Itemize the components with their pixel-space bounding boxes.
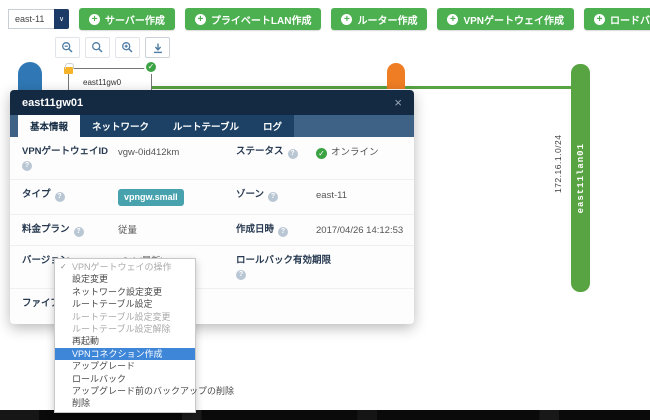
menu-item-change-route-table-settings: ルートテーブル設定変更 <box>72 311 171 322</box>
vpn-gateway-node-label: east11gw0 <box>83 78 122 87</box>
server-node[interactable] <box>18 62 42 92</box>
help-icon[interactable]: ? <box>287 149 298 159</box>
zoom-out-icon <box>62 42 73 53</box>
menu-item-delete-pre-upgrade-backup[interactable]: アップグレード前のバックアップの削除 <box>55 385 234 397</box>
modal-title: east11gw01 <box>22 96 84 109</box>
rollback-expiration-label: ロールバック有効期限? <box>236 255 332 280</box>
plus-circle-icon: + <box>447 13 459 25</box>
plus-circle-icon: + <box>194 13 206 25</box>
vpn-gateway-operations-menu: ✓ VPNゲートウェイの操作 設定変更 ネットワーク設定変更 ルートテーブル設定… <box>54 258 234 413</box>
price-plan-label: 料金プラン? <box>22 223 118 237</box>
menu-item-remove-route-table-settings: ルートテーブル設定解除 <box>72 323 171 334</box>
create-load-balancer-label: ロードバランサー作成 <box>610 15 650 27</box>
zoom-reset-button[interactable] <box>85 37 110 58</box>
region-select[interactable]: east-11 <box>8 9 54 29</box>
create-server-label: サーバー作成 <box>105 15 165 27</box>
zone-label: ゾーン? <box>236 188 316 202</box>
type-label: タイプ? <box>22 188 118 202</box>
create-vpn-gateway-label: VPNゲートウェイ作成 <box>463 15 565 27</box>
create-private-lan-label: プライベートLAN作成 <box>210 15 312 27</box>
row-type-zone: タイプ? vpngw.small ゾーン? east-11 <box>10 179 414 214</box>
create-load-balancer-button[interactable]: + ロードバランサー作成 <box>584 8 650 30</box>
online-check-icon: ✓ <box>144 60 158 74</box>
canvas-zoom-toolbar <box>55 37 170 58</box>
create-router-label: ルーター作成 <box>357 15 418 27</box>
vpn-gateway-node[interactable]: east11gw0 <box>68 68 152 92</box>
tab-network[interactable]: ネットワーク <box>80 115 162 137</box>
zoom-icon <box>92 42 103 53</box>
create-router-button[interactable]: + ルーター作成 <box>331 8 428 30</box>
menu-item-change-network-settings[interactable]: ネットワーク設定変更 <box>55 286 195 298</box>
tab-basic-info[interactable]: 基本情報 <box>18 115 81 137</box>
zone-value: east-11 <box>316 190 347 201</box>
vpn-gateway-id-value: vgw-0id412km <box>118 147 180 158</box>
help-icon[interactable]: ? <box>236 270 246 280</box>
create-server-button[interactable]: + サーバー作成 <box>79 8 175 30</box>
lan-connection-line <box>150 86 580 89</box>
menu-item-rollback[interactable]: ロールバック <box>55 373 195 385</box>
plus-circle-icon: + <box>341 13 353 25</box>
created-at-label: 作成日時? <box>236 223 316 237</box>
modal-header: east11gw01 × <box>10 90 414 115</box>
help-icon[interactable]: ? <box>268 192 279 202</box>
help-icon[interactable]: ? <box>278 227 289 237</box>
menu-item-delete[interactable]: 削除 <box>55 397 195 409</box>
download-button[interactable] <box>145 37 170 58</box>
tab-route-table[interactable]: ルートテーブル <box>161 115 251 137</box>
zoom-out-button[interactable] <box>55 37 80 58</box>
close-icon[interactable]: × <box>394 96 402 109</box>
create-private-lan-button[interactable]: + プライベートLAN作成 <box>184 8 322 30</box>
chevron-down-icon[interactable]: ∨ <box>54 9 69 29</box>
modal-tabstrip: 基本情報 ネットワーク ルートテーブル ログ <box>10 115 414 137</box>
status-value: ✓ オンライン <box>316 145 414 159</box>
zoom-in-icon <box>122 42 133 53</box>
lan-cidr-label: 172.16.1.0/24 <box>553 134 563 194</box>
private-lan-name: east11lan01 <box>575 142 586 214</box>
type-value: vpngw.small <box>118 188 236 206</box>
menu-item-create-vpn-connection[interactable]: VPNコネクション作成 <box>55 347 195 361</box>
menu-item-change-settings[interactable]: 設定変更 <box>55 273 195 285</box>
tab-log[interactable]: ログ <box>250 115 294 137</box>
menu-item-operations-header: ✓ VPNゲートウェイの操作 <box>60 262 172 272</box>
price-plan-value: 従量 <box>118 225 138 236</box>
zoom-in-button[interactable] <box>115 37 140 58</box>
menu-item-restart[interactable]: 再起動 <box>55 335 195 347</box>
vpn-gateway-id-label: VPNゲートウェイID? <box>22 146 109 171</box>
menu-item-upgrade[interactable]: アップグレード <box>55 360 195 372</box>
region-select-group[interactable]: east-11 ∨ <box>8 9 69 29</box>
row-id-status: VPNゲートウェイID? vgw-0id412km ステータス? ✓ オンライン <box>10 137 414 179</box>
help-icon[interactable]: ? <box>54 192 65 202</box>
row-plan-created: 料金プラン? 従量 作成日時? 2017/04/26 14:12:53 <box>10 214 414 245</box>
download-icon <box>153 43 162 53</box>
top-toolbar: east-11 ∨ + サーバー作成 + プライベートLAN作成 + ルーター作… <box>8 8 650 30</box>
menu-item-route-table-settings[interactable]: ルートテーブル設定 <box>55 298 195 310</box>
create-vpn-gateway-button[interactable]: + VPNゲートウェイ作成 <box>437 8 575 30</box>
router-node[interactable] <box>387 63 405 89</box>
plus-circle-icon: + <box>594 13 606 25</box>
plus-circle-icon: + <box>89 13 100 25</box>
check-icon: ✓ <box>60 262 67 271</box>
status-online-check-icon: ✓ <box>316 148 327 159</box>
created-at-value: 2017/04/26 14:12:53 <box>316 225 404 236</box>
rollback-expiration-value <box>316 254 414 255</box>
help-icon[interactable]: ? <box>22 161 32 171</box>
status-label: ステータス? <box>236 145 316 159</box>
lock-icon <box>64 63 74 74</box>
type-badge: vpngw.small <box>118 189 184 206</box>
help-icon[interactable]: ? <box>73 227 84 237</box>
private-lan-bar[interactable]: east11lan01 <box>571 64 590 292</box>
